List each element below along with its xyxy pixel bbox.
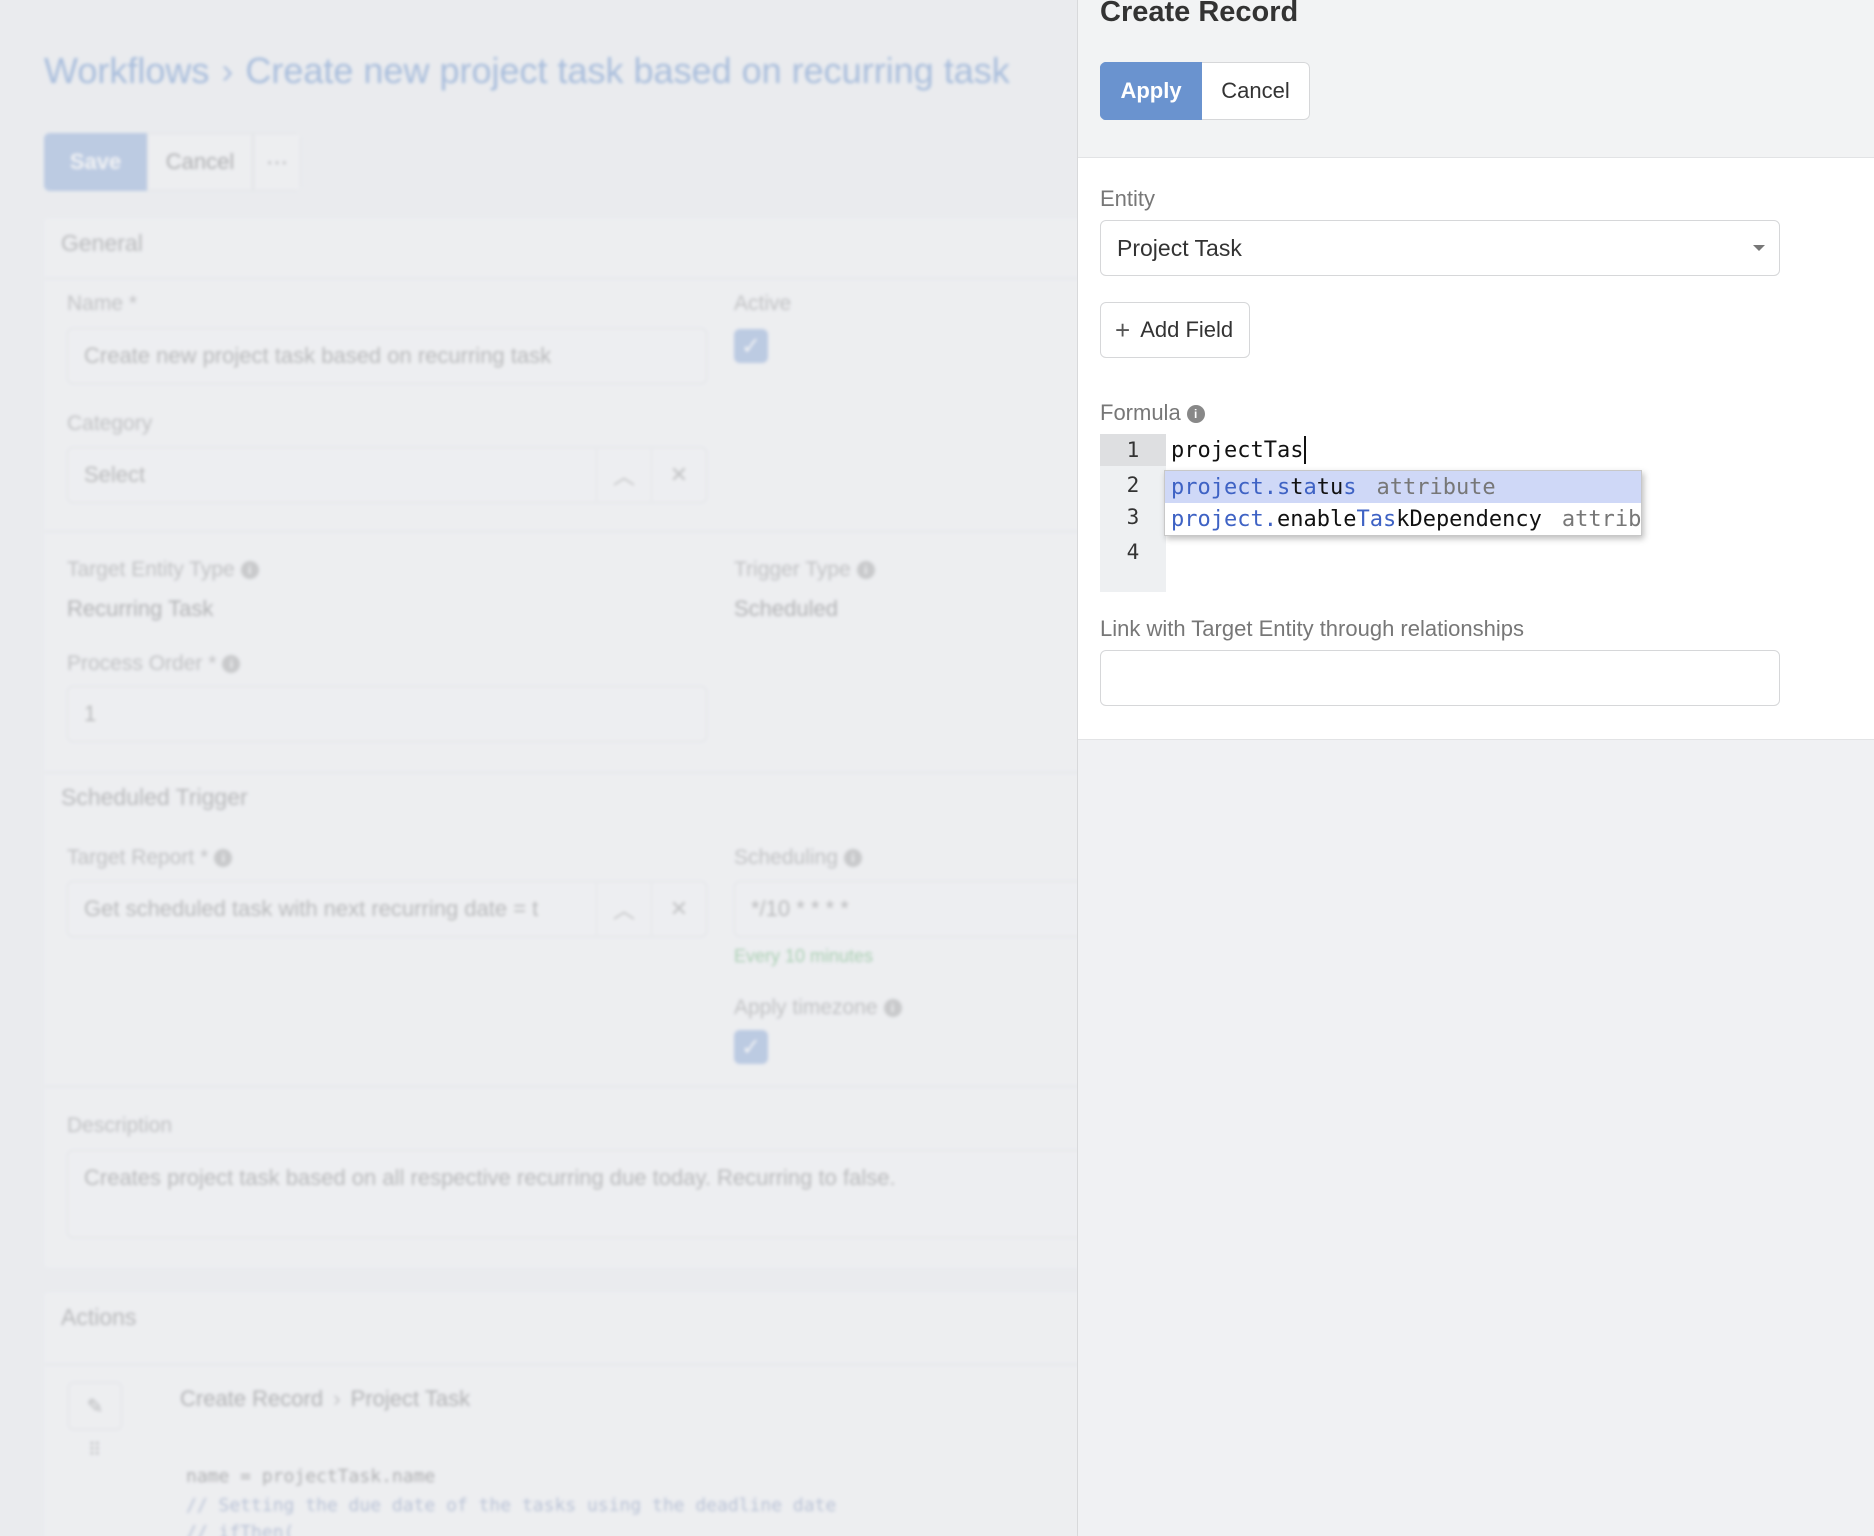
entity-select[interactable]: Project Task [1100, 220, 1780, 276]
autocomplete-item[interactable]: project.enableTaskDependencyattribute [1165, 503, 1642, 535]
autocomplete-item[interactable]: project. s t a tu s attribute [1165, 471, 1641, 503]
autocomplete-item-type: attribute [1376, 474, 1496, 500]
entity-label: Entity [1100, 186, 1156, 211]
caret-down-icon [1753, 245, 1765, 251]
autocomplete-item-type: attribute [1561, 506, 1642, 532]
add-field-button[interactable]: + Add Field [1100, 302, 1251, 358]
line-number: 2 [1126, 473, 1140, 497]
editor-line-1-text: projectTas [1171, 437, 1304, 463]
cancel-button[interactable]: Cancel [1202, 62, 1310, 120]
line-number: 1 [1100, 434, 1166, 466]
text-cursor [1304, 436, 1307, 464]
create-record-panel: Create Record Apply Cancel Entity Projec… [1077, 0, 1874, 1536]
add-field-label: Add Field [1140, 317, 1234, 342]
background-page: Workflows › Create new project task based … [0, 0, 1080, 1536]
apply-button[interactable]: Apply [1100, 62, 1202, 120]
panel-body: Entity Project Task + Add Field Formula i… [1078, 158, 1874, 740]
panel-toolbar: Apply Cancel [1100, 62, 1310, 120]
formula-label: Formula i [1100, 400, 1205, 426]
line-number: 3 [1126, 505, 1140, 529]
link-relationships-label: Link with Target Entity through relation… [1100, 616, 1524, 641]
autocomplete-dropdown: project. s t a tu s attribute project. enable Ta… [1164, 470, 1642, 536]
entity-select-value: Project Task [1117, 234, 1242, 261]
plus-icon: + [1115, 315, 1131, 345]
panel-title: Create Record [1100, 0, 1299, 28]
link-relationships-input[interactable] [1100, 650, 1780, 706]
modal-backdrop[interactable] [0, 0, 1080, 1536]
editor-line-1[interactable]: projectTas [1171, 434, 1307, 466]
info-icon[interactable]: i [1186, 405, 1205, 424]
panel-header: Create Record Apply Cancel [1078, 0, 1874, 158]
line-number: 4 [1126, 540, 1140, 564]
